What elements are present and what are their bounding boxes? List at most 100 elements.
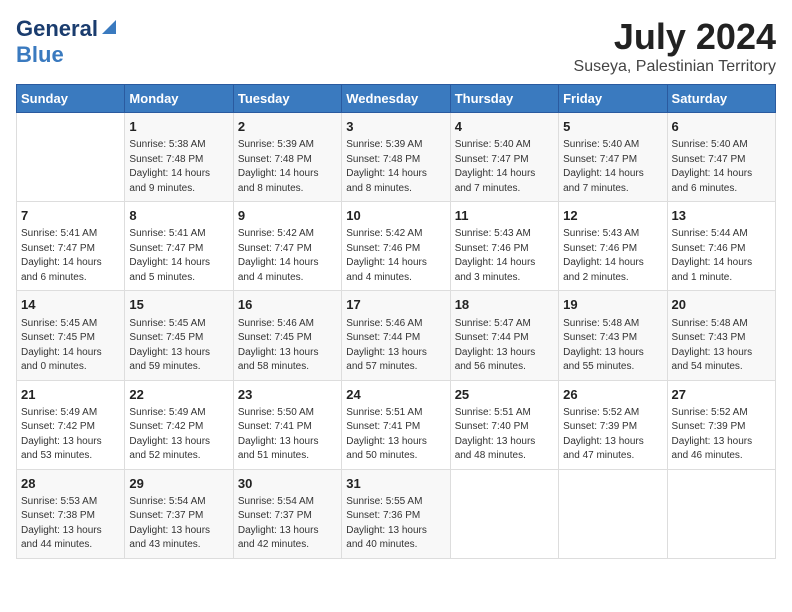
day-number: 5 bbox=[563, 118, 662, 136]
header-friday: Friday bbox=[559, 85, 667, 113]
main-title: July 2024 bbox=[574, 16, 776, 58]
logo-general-text: General bbox=[16, 16, 98, 42]
calendar-cell: 28Sunrise: 5:53 AM Sunset: 7:38 PM Dayli… bbox=[17, 469, 125, 558]
header-tuesday: Tuesday bbox=[233, 85, 341, 113]
calendar-cell bbox=[450, 469, 558, 558]
day-number: 13 bbox=[672, 207, 771, 225]
calendar-week-2: 7 Sunrise: 5:41 AM Sunset: 7:47 PM Daylig… bbox=[17, 202, 776, 291]
day-number: 26 bbox=[563, 386, 662, 404]
cell-content: Sunrise: 5:53 AM Sunset: 7:38 PM Dayligh… bbox=[21, 495, 120, 553]
calendar-week-5: 28Sunrise: 5:53 AM Sunset: 7:38 PM Dayli… bbox=[17, 469, 776, 558]
logo-blue-text: Blue bbox=[16, 42, 64, 68]
calendar-cell: 16 Sunrise: 5:46 AM Sunset: 7:45 PM Dayli… bbox=[233, 291, 341, 380]
calendar-cell: 31Sunrise: 5:55 AM Sunset: 7:36 PM Dayli… bbox=[342, 469, 450, 558]
calendar-cell: 4Sunrise: 5:40 AM Sunset: 7:47 PM Daylig… bbox=[450, 113, 558, 202]
calendar-cell: 29Sunrise: 5:54 AM Sunset: 7:37 PM Dayli… bbox=[125, 469, 233, 558]
cell-content: Sunrise: 5:45 AM Sunset: 7:45 PM Dayligh… bbox=[129, 317, 228, 375]
day-number: 14 bbox=[21, 296, 120, 314]
day-number: 22 bbox=[129, 386, 228, 404]
calendar-week-3: 14 Sunrise: 5:45 AM Sunset: 7:45 PM Dayli… bbox=[17, 291, 776, 380]
title-area: July 2024 Suseya, Palestinian Territory bbox=[574, 16, 776, 76]
cell-content: Sunrise: 5:44 AM Sunset: 7:46 PM Dayligh… bbox=[672, 227, 771, 285]
calendar-cell: 27 Sunrise: 5:52 AM Sunset: 7:39 PM Dayli… bbox=[667, 380, 775, 469]
day-number: 27 bbox=[672, 386, 771, 404]
cell-content: Sunrise: 5:48 AM Sunset: 7:43 PM Dayligh… bbox=[563, 317, 662, 375]
cell-content: Sunrise: 5:42 AM Sunset: 7:46 PM Dayligh… bbox=[346, 227, 445, 285]
calendar-cell: 23 Sunrise: 5:50 AM Sunset: 7:41 PM Dayli… bbox=[233, 380, 341, 469]
cell-content: Sunrise: 5:51 AM Sunset: 7:41 PM Dayligh… bbox=[346, 406, 445, 464]
calendar-cell bbox=[667, 469, 775, 558]
calendar-cell: 14 Sunrise: 5:45 AM Sunset: 7:45 PM Dayli… bbox=[17, 291, 125, 380]
page-header: General Blue July 2024 Suseya, Palestini… bbox=[16, 16, 776, 76]
calendar-cell: 26 Sunrise: 5:52 AM Sunset: 7:39 PM Dayli… bbox=[559, 380, 667, 469]
calendar-cell: 17 Sunrise: 5:46 AM Sunset: 7:44 PM Dayli… bbox=[342, 291, 450, 380]
header-sunday: Sunday bbox=[17, 85, 125, 113]
day-number: 3 bbox=[346, 118, 445, 136]
calendar-cell: 6Sunrise: 5:40 AM Sunset: 7:47 PM Daylig… bbox=[667, 113, 775, 202]
calendar-cell: 19Sunrise: 5:48 AM Sunset: 7:43 PM Dayli… bbox=[559, 291, 667, 380]
day-number: 29 bbox=[129, 475, 228, 493]
calendar-header-row: SundayMondayTuesdayWednesdayThursdayFrid… bbox=[17, 85, 776, 113]
cell-content: Sunrise: 5:48 AM Sunset: 7:43 PM Dayligh… bbox=[672, 317, 771, 375]
day-number: 31 bbox=[346, 475, 445, 493]
cell-content: Sunrise: 5:51 AM Sunset: 7:40 PM Dayligh… bbox=[455, 406, 554, 464]
day-number: 30 bbox=[238, 475, 337, 493]
calendar-cell: 9Sunrise: 5:42 AM Sunset: 7:47 PM Daylig… bbox=[233, 202, 341, 291]
calendar-cell: 13 Sunrise: 5:44 AM Sunset: 7:46 PM Dayli… bbox=[667, 202, 775, 291]
cell-content: Sunrise: 5:46 AM Sunset: 7:45 PM Dayligh… bbox=[238, 317, 337, 375]
header-thursday: Thursday bbox=[450, 85, 558, 113]
cell-content: Sunrise: 5:43 AM Sunset: 7:46 PM Dayligh… bbox=[455, 227, 554, 285]
header-saturday: Saturday bbox=[667, 85, 775, 113]
cell-content: Sunrise: 5:39 AM Sunset: 7:48 PM Dayligh… bbox=[346, 138, 445, 196]
calendar-week-1: 1Sunrise: 5:38 AM Sunset: 7:48 PM Daylig… bbox=[17, 113, 776, 202]
day-number: 23 bbox=[238, 386, 337, 404]
logo: General Blue bbox=[16, 16, 118, 68]
day-number: 10 bbox=[346, 207, 445, 225]
day-number: 2 bbox=[238, 118, 337, 136]
logo-icon bbox=[100, 18, 118, 36]
day-number: 12 bbox=[563, 207, 662, 225]
cell-content: Sunrise: 5:40 AM Sunset: 7:47 PM Dayligh… bbox=[455, 138, 554, 196]
cell-content: Sunrise: 5:50 AM Sunset: 7:41 PM Dayligh… bbox=[238, 406, 337, 464]
calendar-cell: 24 Sunrise: 5:51 AM Sunset: 7:41 PM Dayli… bbox=[342, 380, 450, 469]
cell-content: Sunrise: 5:41 AM Sunset: 7:47 PM Dayligh… bbox=[21, 227, 120, 285]
cell-content: Sunrise: 5:52 AM Sunset: 7:39 PM Dayligh… bbox=[672, 406, 771, 464]
calendar-cell: 10 Sunrise: 5:42 AM Sunset: 7:46 PM Dayli… bbox=[342, 202, 450, 291]
cell-content: Sunrise: 5:39 AM Sunset: 7:48 PM Dayligh… bbox=[238, 138, 337, 196]
day-number: 25 bbox=[455, 386, 554, 404]
cell-content: Sunrise: 5:54 AM Sunset: 7:37 PM Dayligh… bbox=[238, 495, 337, 553]
calendar-week-4: 21 Sunrise: 5:49 AM Sunset: 7:42 PM Dayli… bbox=[17, 380, 776, 469]
day-number: 11 bbox=[455, 207, 554, 225]
day-number: 20 bbox=[672, 296, 771, 314]
calendar-cell: 25 Sunrise: 5:51 AM Sunset: 7:40 PM Dayli… bbox=[450, 380, 558, 469]
header-monday: Monday bbox=[125, 85, 233, 113]
calendar-cell: 5 Sunrise: 5:40 AM Sunset: 7:47 PM Daylig… bbox=[559, 113, 667, 202]
calendar-cell: 12 Sunrise: 5:43 AM Sunset: 7:46 PM Dayli… bbox=[559, 202, 667, 291]
cell-content: Sunrise: 5:40 AM Sunset: 7:47 PM Dayligh… bbox=[563, 138, 662, 196]
cell-content: Sunrise: 5:49 AM Sunset: 7:42 PM Dayligh… bbox=[129, 406, 228, 464]
day-number: 1 bbox=[129, 118, 228, 136]
calendar-cell: 30 Sunrise: 5:54 AM Sunset: 7:37 PM Dayli… bbox=[233, 469, 341, 558]
cell-content: Sunrise: 5:42 AM Sunset: 7:47 PM Dayligh… bbox=[238, 227, 337, 285]
calendar-cell: 22 Sunrise: 5:49 AM Sunset: 7:42 PM Dayli… bbox=[125, 380, 233, 469]
cell-content: Sunrise: 5:45 AM Sunset: 7:45 PM Dayligh… bbox=[21, 317, 120, 375]
calendar-cell: 8Sunrise: 5:41 AM Sunset: 7:47 PM Daylig… bbox=[125, 202, 233, 291]
calendar-cell: 3 Sunrise: 5:39 AM Sunset: 7:48 PM Daylig… bbox=[342, 113, 450, 202]
cell-content: Sunrise: 5:52 AM Sunset: 7:39 PM Dayligh… bbox=[563, 406, 662, 464]
calendar-cell: 11 Sunrise: 5:43 AM Sunset: 7:46 PM Dayli… bbox=[450, 202, 558, 291]
day-number: 17 bbox=[346, 296, 445, 314]
calendar-cell bbox=[17, 113, 125, 202]
calendar-cell: 20 Sunrise: 5:48 AM Sunset: 7:43 PM Dayli… bbox=[667, 291, 775, 380]
day-number: 6 bbox=[672, 118, 771, 136]
cell-content: Sunrise: 5:49 AM Sunset: 7:42 PM Dayligh… bbox=[21, 406, 120, 464]
calendar-cell: 1Sunrise: 5:38 AM Sunset: 7:48 PM Daylig… bbox=[125, 113, 233, 202]
subtitle: Suseya, Palestinian Territory bbox=[574, 58, 776, 76]
calendar-cell bbox=[559, 469, 667, 558]
cell-content: Sunrise: 5:41 AM Sunset: 7:47 PM Dayligh… bbox=[129, 227, 228, 285]
day-number: 7 bbox=[21, 207, 120, 225]
cell-content: Sunrise: 5:43 AM Sunset: 7:46 PM Dayligh… bbox=[563, 227, 662, 285]
cell-content: Sunrise: 5:46 AM Sunset: 7:44 PM Dayligh… bbox=[346, 317, 445, 375]
day-number: 24 bbox=[346, 386, 445, 404]
day-number: 16 bbox=[238, 296, 337, 314]
day-number: 21 bbox=[21, 386, 120, 404]
